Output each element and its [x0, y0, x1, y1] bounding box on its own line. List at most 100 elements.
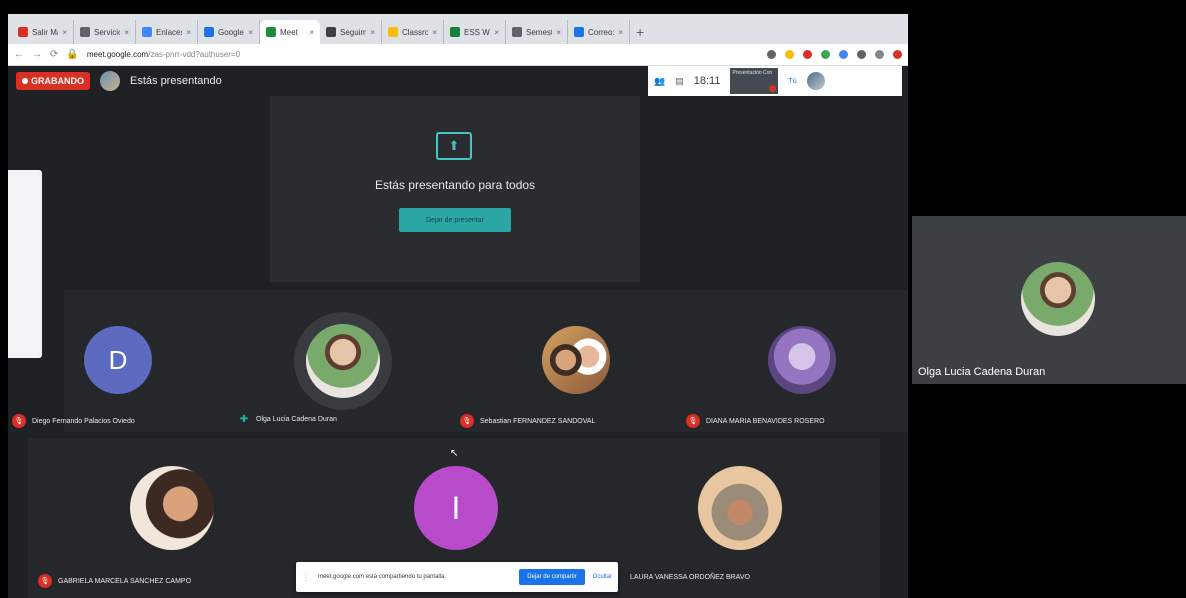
browser-tab-6[interactable]: Classroom × — [382, 20, 444, 44]
tab-close-icon[interactable]: × — [556, 28, 561, 37]
mic-off-icon — [769, 85, 777, 92]
tab-close-icon[interactable]: × — [370, 28, 375, 37]
tab-label: Servicios — [94, 27, 120, 37]
mouse-cursor-icon: ↖ — [450, 448, 459, 459]
recording-label: GRABANDO — [31, 76, 84, 86]
tab-favicon-icon — [266, 27, 276, 37]
presentation-thumbnail[interactable]: Presentación Con — [730, 68, 779, 94]
browser-tab-3[interactable]: Google Cla × — [198, 20, 260, 44]
browser-tab-7[interactable]: ESS Who × — [444, 20, 506, 44]
forward-icon[interactable]: → — [32, 49, 42, 60]
extension-icon-6[interactable] — [875, 50, 884, 59]
browser-tab-2[interactable]: Enlaces De× — [136, 20, 198, 44]
recording-badge: GRABANDO — [16, 72, 90, 90]
avatar-initial: D — [108, 344, 128, 375]
participant-name-laura: LAURA VANESSA ORDOÑEZ BRAVO — [630, 574, 750, 581]
share-message: meet.google.com está compartiendo tu pan… — [318, 574, 447, 580]
extension-icon-4[interactable] — [839, 50, 848, 59]
mic-off-icon: 🎙 — [686, 414, 700, 428]
url-host: meet.google.com — [86, 50, 149, 59]
presenting-message: Estás presentando para todos — [374, 178, 536, 192]
tab-favicon-icon — [204, 27, 214, 37]
tab-label: Classroom — [402, 27, 428, 37]
participant-row-1: D 🎙 Diego Fernando Palacios Oviedo ✚ Olga … — [12, 290, 908, 432]
back-icon[interactable]: ← — [14, 49, 24, 60]
tab-close-icon[interactable]: × — [62, 28, 67, 37]
browser-window: Salir Mai×Servicios×Enlaces De×Google Cl… — [8, 14, 908, 598]
browser-tab-0[interactable]: Salir Mai × — [12, 20, 74, 44]
meeting-controls-panel: 👥 ▤ 18:11 Presentación Con Tú — [648, 66, 902, 96]
chat-icon[interactable]: ▤ — [675, 76, 684, 87]
participant-label: Olga Lucia Cadena Duran — [256, 416, 337, 423]
tab-favicon-icon — [142, 27, 152, 37]
participant-name-diego: 🎙 Diego Fernando Palacios Oviedo — [12, 414, 135, 428]
browser-tab-4[interactable]: Meet × — [260, 20, 320, 44]
mic-off-icon: 🎙 — [460, 414, 474, 428]
tab-favicon-icon — [450, 27, 460, 37]
participant-label: GABRIELA MARCELA SANCHEZ CAMPO — [58, 577, 192, 585]
participant-name-sebastian: 🎙 Sebastian FERNANDEZ SANDOVAL — [460, 414, 595, 428]
tab-favicon-icon — [512, 27, 522, 37]
self-avatar — [806, 72, 825, 90]
tab-close-icon[interactable]: × — [309, 28, 314, 37]
you-label: Tú — [788, 77, 797, 85]
meet-stage: GRABANDO Estás presentando 👥 ▤ 18:11 Pre… — [8, 66, 908, 598]
tab-favicon-icon — [326, 27, 336, 37]
participant-avatar-laura — [698, 466, 782, 550]
avatar-initial: I — [451, 489, 461, 526]
participant-avatar-i: I — [414, 466, 498, 550]
browser-tab-5[interactable]: Seguimien× — [320, 20, 382, 44]
participant-avatar-diana — [768, 326, 836, 394]
participant-label: DIANA MARIA BENAVIDES ROSERO — [706, 417, 825, 425]
tab-favicon-icon — [18, 27, 28, 37]
participant-name-olga: ✚ Olga Lucia Cadena Duran — [238, 414, 337, 425]
extension-icon-7[interactable] — [893, 50, 902, 59]
stop-presenting-button[interactable]: Dejar de presentar — [399, 208, 511, 232]
tab-close-icon[interactable]: × — [248, 28, 253, 37]
participant-tile-olga-large: Olga Lucia Cadena Duran — [912, 216, 1186, 384]
drag-handle-icon[interactable]: ⋮ — [302, 573, 310, 582]
tab-close-icon[interactable]: × — [494, 28, 499, 37]
participant-avatar-sebastian — [542, 326, 610, 394]
address-bar: ← → ⟳ 🔒 meet.google.com/zas-pnrr-vdd?aut… — [8, 44, 908, 66]
participant-name-olga-large: Olga Lucia Cadena Duran — [918, 366, 1046, 378]
mic-off-icon: 🎙 — [12, 414, 26, 428]
tab-favicon-icon — [574, 27, 584, 37]
tab-label: Enlaces De — [156, 27, 183, 37]
stop-sharing-button[interactable]: Dejar de compartir — [519, 569, 585, 585]
recording-dot-icon — [22, 78, 28, 84]
tab-label: Semestre — [526, 27, 552, 37]
hide-share-bar-link[interactable]: Ocultar — [593, 574, 612, 580]
participant-label: Diego Fernando Palacios Oviedo — [32, 417, 135, 425]
tab-favicon-icon — [80, 27, 90, 37]
new-tab-button[interactable]: + — [630, 24, 650, 44]
people-icon[interactable]: 👥 — [654, 76, 665, 87]
participant-avatar-olga-large — [1021, 262, 1095, 336]
extension-icon-2[interactable] — [803, 50, 812, 59]
browser-tab-8[interactable]: Semestre × — [506, 20, 568, 44]
tab-close-icon[interactable]: × — [618, 28, 623, 37]
participant-label: LAURA VANESSA ORDOÑEZ BRAVO — [630, 574, 750, 581]
extension-icon-3[interactable] — [821, 50, 830, 59]
browser-tab-1[interactable]: Servicios × — [74, 20, 136, 44]
browser-tab-9[interactable]: Correo: Ol× — [568, 20, 630, 44]
extension-icon-0[interactable] — [767, 50, 776, 59]
tab-label: Google Cla — [218, 27, 244, 37]
extension-icon-1[interactable] — [785, 50, 794, 59]
tab-label: Seguimien — [340, 27, 367, 37]
url-path: /zas-pnrr-vdd?authuser=0 — [148, 50, 241, 59]
tab-label: Meet — [280, 27, 298, 37]
url-field[interactable]: meet.google.com/zas-pnrr-vdd?authuser=0 — [87, 50, 759, 59]
screen-share-bar: ⋮ meet.google.com está compartiendo tu p… — [296, 562, 618, 592]
tab-close-icon[interactable]: × — [432, 28, 437, 37]
presenting-label: Estás presentando — [130, 75, 222, 87]
tab-label: Correo: Ol — [588, 27, 615, 37]
side-panel-edge[interactable] — [8, 170, 42, 358]
reload-icon[interactable]: ⟳ — [50, 49, 58, 60]
tab-label: ESS Who — [464, 27, 490, 37]
thumbnail-label: Presentación Con — [732, 70, 773, 76]
presenting-card: ⬆ Estás presentando para todos Dejar de … — [270, 96, 640, 282]
tab-close-icon[interactable]: × — [124, 28, 129, 37]
extension-icon-5[interactable] — [857, 50, 866, 59]
tab-close-icon[interactable]: × — [186, 28, 191, 37]
